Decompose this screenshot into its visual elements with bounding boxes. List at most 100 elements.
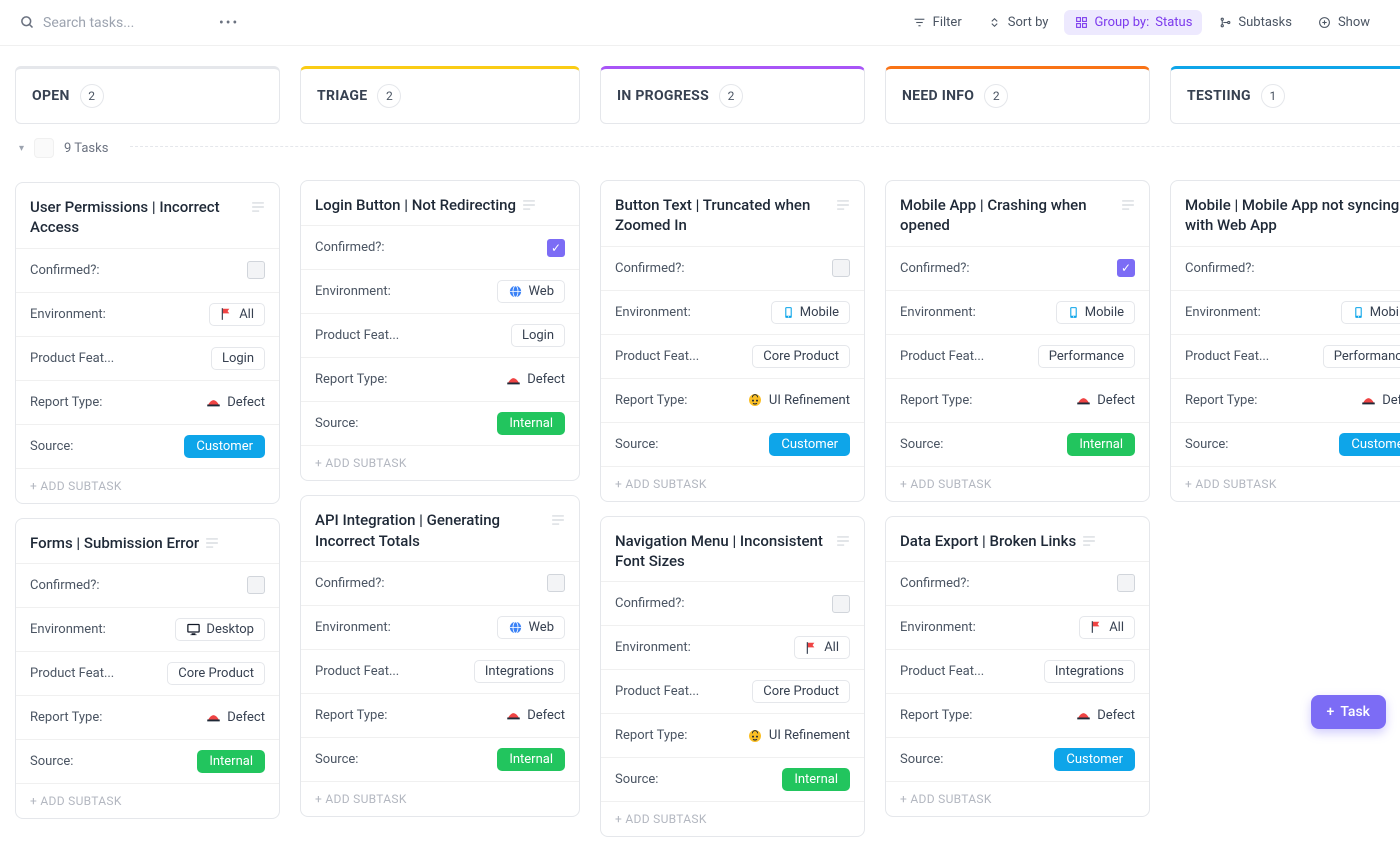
source-pill[interactable]: Internal [497, 748, 565, 771]
report-value: Defect [1097, 393, 1135, 408]
report-type[interactable]: UI Refinement [747, 392, 850, 408]
environment-tag[interactable]: Web [497, 280, 565, 303]
column-header[interactable]: OPEN 2 [15, 66, 280, 124]
confirmed-checkbox[interactable] [247, 576, 265, 594]
field-label-report: Report Type: [315, 708, 387, 723]
confirmed-checkbox[interactable] [247, 261, 265, 279]
confirmed-checkbox[interactable] [547, 574, 565, 592]
task-card[interactable]: Mobile | Mobile App not syncing with Web… [1170, 180, 1400, 502]
task-card[interactable]: API Integration | Generating Incorrect T… [300, 495, 580, 817]
confirmed-checkbox[interactable]: ✓ [547, 239, 565, 257]
report-type[interactable]: Defect [1361, 393, 1400, 408]
report-value: UI Refinement [769, 728, 850, 743]
report-type[interactable]: Defect [506, 708, 565, 723]
environment-tag[interactable]: Desktop [175, 618, 265, 641]
report-value: UI Refinement [769, 393, 850, 408]
feature-tag[interactable]: Performance [1323, 345, 1400, 368]
feature-tag[interactable]: Login [211, 347, 265, 370]
column-title: IN PROGRESS [617, 88, 709, 104]
report-type[interactable]: Defect [206, 395, 265, 410]
feature-tag[interactable]: Login [511, 324, 565, 347]
environment-tag[interactable]: Mobile [1056, 301, 1135, 324]
add-subtask-button[interactable]: + ADD SUBTASK [1171, 466, 1400, 501]
add-subtask-button[interactable]: + ADD SUBTASK [16, 468, 279, 503]
task-card[interactable]: Forms | Submission Error Confirmed?: Env… [15, 518, 280, 819]
description-icon [522, 199, 536, 211]
field-label-source: Source: [900, 752, 943, 767]
filter-button[interactable]: Filter [903, 10, 972, 35]
column-title: TRIAGE [317, 88, 367, 104]
environment-tag[interactable]: Web [497, 616, 565, 639]
environment-tag[interactable]: Mobile [1341, 301, 1400, 324]
feature-tag[interactable]: Core Product [752, 345, 850, 368]
report-type[interactable]: UI Refinement [747, 728, 850, 744]
defect-icon [506, 709, 521, 721]
source-pill[interactable]: Customer [769, 433, 850, 456]
source-pill[interactable]: Internal [497, 412, 565, 435]
feature-tag[interactable]: Core Product [167, 662, 265, 685]
sort-button[interactable]: Sort by [978, 10, 1059, 35]
feature-tag[interactable]: Integrations [1044, 660, 1135, 683]
column-header[interactable]: TESTIING 1 [1170, 66, 1400, 124]
show-button[interactable]: Show [1308, 10, 1380, 35]
source-pill[interactable]: Customer [1339, 433, 1400, 456]
field-label-report: Report Type: [615, 728, 687, 743]
feature-tag[interactable]: Performance [1038, 345, 1135, 368]
add-subtask-button[interactable]: + ADD SUBTASK [16, 783, 279, 818]
field-label-environment: Environment: [900, 305, 976, 320]
add-subtask-button[interactable]: + ADD SUBTASK [601, 466, 864, 501]
task-card[interactable]: Data Export | Broken Links Confirmed?: E… [885, 516, 1150, 817]
task-card[interactable]: Mobile App | Crashing when opened Confir… [885, 180, 1150, 502]
feature-value: Login [522, 328, 554, 343]
field-label-environment: Environment: [615, 640, 691, 655]
task-card[interactable]: Login Button | Not Redirecting Confirmed… [300, 180, 580, 481]
more-icon[interactable]: ••• [211, 11, 247, 35]
source-pill[interactable]: Internal [782, 768, 850, 791]
report-value: Defect [1382, 393, 1400, 408]
environment-value: Mobile [1370, 305, 1400, 320]
source-pill[interactable]: Customer [184, 435, 265, 458]
add-subtask-button[interactable]: + ADD SUBTASK [301, 781, 579, 816]
task-card[interactable]: Button Text | Truncated when Zoomed In C… [600, 180, 865, 502]
collapse-caret-icon[interactable]: ▾ [19, 143, 24, 154]
environment-tag[interactable]: All [794, 636, 850, 659]
defect-icon [1361, 394, 1376, 406]
report-type[interactable]: Defect [1076, 393, 1135, 408]
confirmed-checkbox[interactable] [832, 595, 850, 613]
environment-tag[interactable]: All [209, 303, 265, 326]
feature-tag[interactable]: Core Product [752, 680, 850, 703]
new-task-fab[interactable]: + Task [1311, 695, 1386, 729]
group-header: ▾ 9 Tasks [15, 124, 280, 168]
report-type[interactable]: Defect [206, 710, 265, 725]
group-button[interactable]: Group by: Status [1064, 10, 1202, 35]
environment-tag[interactable]: Mobile [771, 301, 850, 324]
source-pill[interactable]: Internal [1067, 433, 1135, 456]
source-pill[interactable]: Customer [1054, 748, 1135, 771]
column-header[interactable]: IN PROGRESS 2 [600, 66, 865, 124]
feature-value: Core Product [763, 349, 839, 364]
column-header[interactable]: TRIAGE 2 [300, 66, 580, 124]
search-input[interactable] [43, 15, 203, 31]
source-pill[interactable]: Internal [197, 750, 265, 773]
confirmed-checkbox[interactable] [1117, 574, 1135, 592]
task-card[interactable]: Navigation Menu | Inconsistent Font Size… [600, 516, 865, 838]
confirmed-checkbox[interactable] [832, 259, 850, 277]
confirmed-checkbox[interactable]: ✓ [1117, 259, 1135, 277]
add-subtask-button[interactable]: + ADD SUBTASK [886, 466, 1149, 501]
task-card[interactable]: User Permissions | Incorrect Access Conf… [15, 182, 280, 504]
defect-icon [1076, 394, 1091, 406]
add-subtask-button[interactable]: + ADD SUBTASK [301, 445, 579, 480]
environment-tag[interactable]: All [1079, 616, 1135, 639]
source-value: Customer [1351, 437, 1400, 452]
field-label-environment: Environment: [315, 284, 391, 299]
source-value: Internal [209, 754, 253, 769]
group-color-swatch[interactable] [34, 138, 54, 158]
subtasks-button[interactable]: Subtasks [1208, 10, 1302, 35]
feature-tag[interactable]: Integrations [474, 660, 565, 683]
add-subtask-button[interactable]: + ADD SUBTASK [886, 781, 1149, 816]
column-header[interactable]: NEED INFO 2 [885, 66, 1150, 124]
add-subtask-button[interactable]: + ADD SUBTASK [601, 801, 864, 836]
field-label-feature: Product Feat... [900, 664, 984, 679]
report-type[interactable]: Defect [1076, 708, 1135, 723]
report-type[interactable]: Defect [506, 372, 565, 387]
